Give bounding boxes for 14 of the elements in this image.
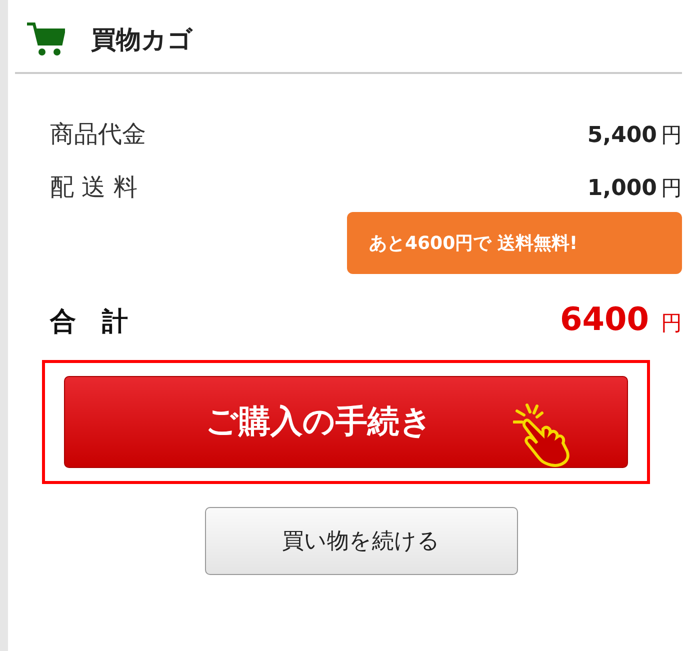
currency-unit: 円 — [661, 310, 682, 337]
currency-unit: 円 — [661, 122, 682, 149]
cart-icon — [27, 22, 65, 56]
line-amount: 1,000 — [587, 176, 657, 201]
continue-shopping-button[interactable]: 買い物を続ける — [204, 507, 518, 575]
free-shipping-notice: あと4600円で 送料無料! — [347, 212, 682, 274]
line-label: 配 送 料 — [50, 172, 138, 203]
total-amount: 6400 — [560, 300, 649, 338]
line-label: 商品代金 — [50, 119, 147, 150]
line-amount: 5,400 — [587, 123, 657, 148]
total-label: 合 計 — [50, 306, 129, 339]
currency-unit: 円 — [661, 175, 682, 202]
cart-title: 買物カゴ — [91, 24, 193, 56]
checkout-button[interactable]: ご購入の手続き — [64, 376, 628, 468]
